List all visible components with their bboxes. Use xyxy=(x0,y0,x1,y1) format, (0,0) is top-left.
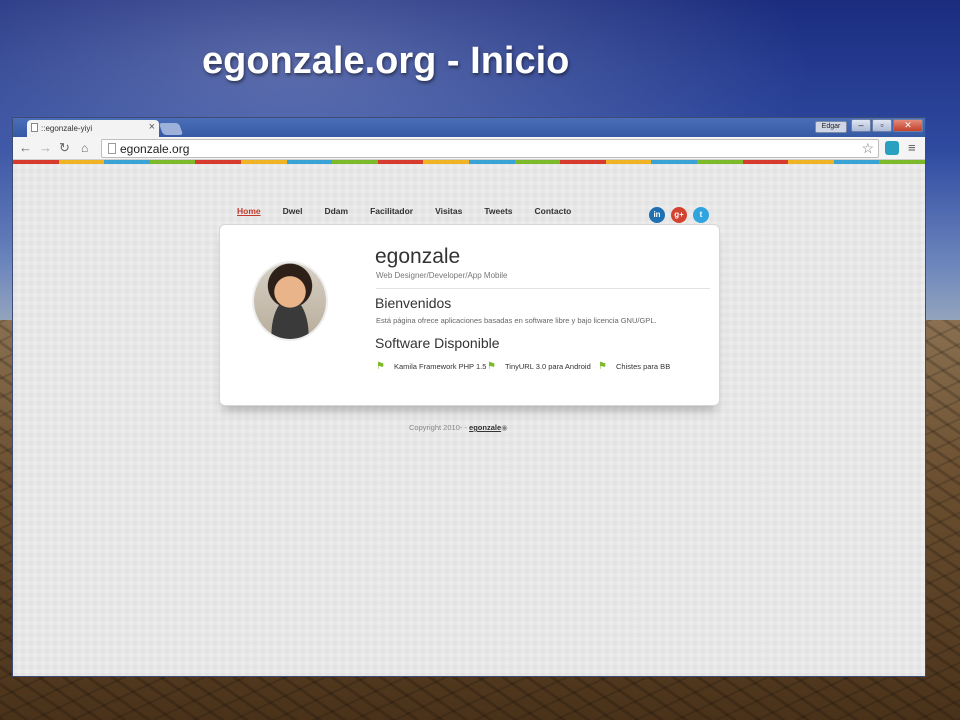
page-viewport: Home Dwel Ddam Facilitador Visitas Tweet… xyxy=(13,164,925,676)
close-icon[interactable]: × xyxy=(149,121,155,133)
browser-toolbar: ← → ↻ ⌂ egonzale.org ☆ ≡ xyxy=(13,137,925,160)
divider xyxy=(376,288,710,289)
nav-visitas-link[interactable]: Visitas xyxy=(435,206,462,216)
close-window-button[interactable]: ✕ xyxy=(893,119,923,132)
browser-window: ::egonzale-yiyi × Edgar – ▫ ✕ ← → ↻ ⌂ eg… xyxy=(12,117,926,677)
nav-tweets-link[interactable]: Tweets xyxy=(484,206,512,216)
profile-name: egonzale xyxy=(375,245,461,268)
googleplus-icon[interactable]: g+ xyxy=(671,207,687,223)
site-nav: Home Dwel Ddam Facilitador Visitas Tweet… xyxy=(237,206,593,216)
page-icon xyxy=(108,143,116,154)
nav-ddam-link[interactable]: Ddam xyxy=(324,206,348,216)
nav-home-link[interactable]: Home xyxy=(237,206,261,216)
software-item-label[interactable]: Kamila Framework PHP 1.5 xyxy=(394,362,486,371)
new-tab-button[interactable] xyxy=(158,123,184,135)
footer-egonzale-link[interactable]: egonzale xyxy=(469,423,501,432)
avatar xyxy=(252,261,328,341)
reload-icon[interactable]: ↻ xyxy=(59,141,70,155)
flag-icon: ⚑ xyxy=(598,361,607,372)
page-footer: Copyright 2010- - egonzale◉ xyxy=(409,423,508,432)
menu-icon[interactable]: ≡ xyxy=(908,140,916,155)
nav-facilitador-link[interactable]: Facilitador xyxy=(370,206,413,216)
software-item-label[interactable]: Chistes para BB xyxy=(616,362,670,371)
minimize-button[interactable]: – xyxy=(851,119,871,132)
record-icon: ◉ xyxy=(501,423,508,432)
user-profile-button[interactable]: Edgar xyxy=(815,121,847,133)
slide-title: egonzale.org - Inicio xyxy=(202,40,570,82)
maximize-button[interactable]: ▫ xyxy=(872,119,892,132)
flag-icon: ⚑ xyxy=(487,361,496,372)
copyright-text: Copyright 2010- - xyxy=(409,423,470,432)
welcome-heading: Bienvenidos xyxy=(375,295,452,311)
welcome-text: Está página ofrece aplicaciones basadas … xyxy=(376,316,657,325)
home-icon[interactable]: ⌂ xyxy=(81,141,88,155)
page-icon xyxy=(31,123,38,132)
forward-arrow-icon[interactable]: → xyxy=(39,141,52,155)
address-url[interactable]: egonzale.org xyxy=(120,142,189,156)
nav-contacto-link[interactable]: Contacto xyxy=(535,206,572,216)
software-item-label[interactable]: TinyURL 3.0 para Android xyxy=(505,362,591,371)
software-item[interactable]: ⚑ Chistes para BB xyxy=(598,362,726,372)
profile-card: egonzale Web Designer/Developer/App Mobi… xyxy=(219,224,720,406)
extension-icon[interactable] xyxy=(885,141,899,155)
profile-role: Web Designer/Developer/App Mobile xyxy=(376,271,508,280)
flag-icon: ⚑ xyxy=(376,361,385,372)
bookmark-star-icon[interactable]: ☆ xyxy=(861,140,874,157)
browser-tab[interactable]: ::egonzale-yiyi × xyxy=(27,120,159,137)
linkedin-icon[interactable]: in xyxy=(649,207,665,223)
address-bar[interactable]: egonzale.org ☆ xyxy=(101,139,879,158)
twitter-icon[interactable]: t xyxy=(693,207,709,223)
tab-bar: ::egonzale-yiyi × Edgar – ▫ ✕ xyxy=(13,118,925,137)
tab-title: ::egonzale-yiyi xyxy=(41,124,93,133)
software-heading: Software Disponible xyxy=(375,335,500,351)
nav-dwel-link[interactable]: Dwel xyxy=(283,206,303,216)
back-arrow-icon[interactable]: ← xyxy=(19,141,32,155)
